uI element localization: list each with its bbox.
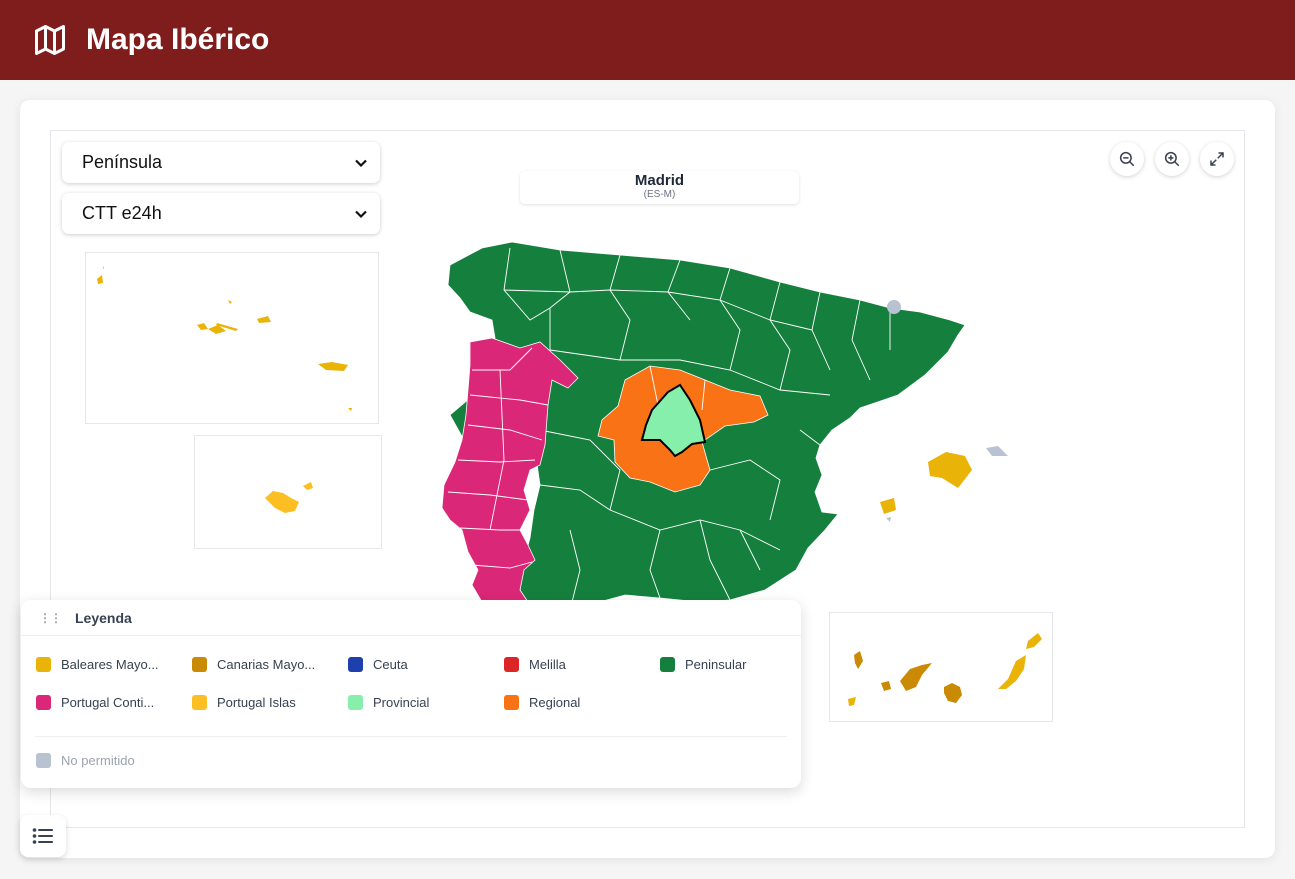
legend-swatch [348, 695, 363, 710]
baleares-mallorca-region[interactable] [928, 452, 972, 488]
legend-item-ceuta: Ceuta [348, 657, 498, 672]
selected-region-label: Madrid (ES-M) [520, 171, 799, 204]
chevron-down-icon [355, 210, 367, 218]
madeira-map [265, 482, 313, 513]
legend-swatch [192, 695, 207, 710]
legend-item-baleares: Baleares Mayo... [36, 657, 186, 672]
region-code: (ES-M) [643, 189, 676, 200]
zone-select[interactable]: Península [62, 142, 380, 183]
expand-icon [1210, 152, 1224, 166]
toggle-legend-button[interactable] [20, 815, 66, 857]
baleares-ibiza-region[interactable] [880, 498, 896, 514]
legend-swatch [192, 657, 207, 672]
legend-item-regional: Regional [504, 695, 654, 710]
madeira-regions [265, 482, 313, 513]
legend-item-provincial: Provincial [348, 695, 498, 710]
legend-label: Canarias Mayo... [217, 657, 316, 672]
zoom-out-icon [1119, 151, 1135, 167]
legend-label: Peninsular [685, 657, 747, 672]
legend-panel[interactable]: ⋮⋮ Leyenda Baleares Mayo... Canarias May… [21, 600, 801, 788]
legend-label: Provincial [373, 695, 430, 710]
legend-swatch [36, 753, 51, 768]
chevron-down-icon [355, 159, 367, 167]
andorra-region[interactable] [887, 300, 901, 314]
drag-handle-icon[interactable]: ⋮⋮ [39, 611, 62, 625]
legend-item-portugal-islas: Portugal Islas [192, 695, 342, 710]
legend-swatch [504, 695, 519, 710]
legend-divider [35, 736, 787, 737]
legend-swatch [504, 657, 519, 672]
legend-item-canarias: Canarias Mayo... [192, 657, 342, 672]
legend-item-melilla: Melilla [504, 657, 654, 672]
formentera-region[interactable] [886, 517, 891, 522]
zoom-in-icon [1164, 151, 1180, 167]
fullscreen-button[interactable] [1200, 142, 1234, 176]
legend-label: Portugal Conti... [61, 695, 155, 710]
map-icon [35, 25, 65, 55]
legend-label: Melilla [529, 657, 566, 672]
zoom-in-button[interactable] [1155, 142, 1189, 176]
legend-swatch [36, 695, 51, 710]
legend-item-peninsular: Peninsular [660, 657, 810, 672]
legend-title: Leyenda [75, 609, 132, 626]
azores-inset[interactable] [85, 252, 379, 424]
legend-label: Ceuta [373, 657, 408, 672]
legend-swatch [36, 657, 51, 672]
list-icon [32, 828, 53, 844]
service-select-value: CTT e24h [82, 203, 162, 223]
legend-item-no-permitido: No permitido [36, 753, 186, 768]
madeira-inset[interactable] [194, 435, 382, 549]
legend-item-portugal-continental: Portugal Conti... [36, 695, 186, 710]
region-name: Madrid [634, 172, 685, 189]
legend-label: Baleares Mayo... [61, 657, 159, 672]
portugal-islas-regions [97, 266, 352, 411]
legend-swatch [348, 657, 363, 672]
app-header: Mapa Ibérico [0, 0, 1295, 80]
service-select[interactable]: CTT e24h [62, 193, 380, 234]
zone-select-value: Península [82, 152, 163, 172]
azores-map [97, 266, 352, 411]
legend-label: No permitido [61, 753, 135, 768]
legend-header[interactable]: ⋮⋮ Leyenda [21, 600, 801, 636]
zoom-out-button[interactable] [1110, 142, 1144, 176]
legend-label: Portugal Islas [217, 695, 296, 710]
baleares-menorca-region[interactable] [986, 446, 1008, 456]
app-title: Mapa Ibérico [86, 23, 270, 56]
legend-label: Regional [529, 695, 581, 710]
legend-swatch [660, 657, 675, 672]
